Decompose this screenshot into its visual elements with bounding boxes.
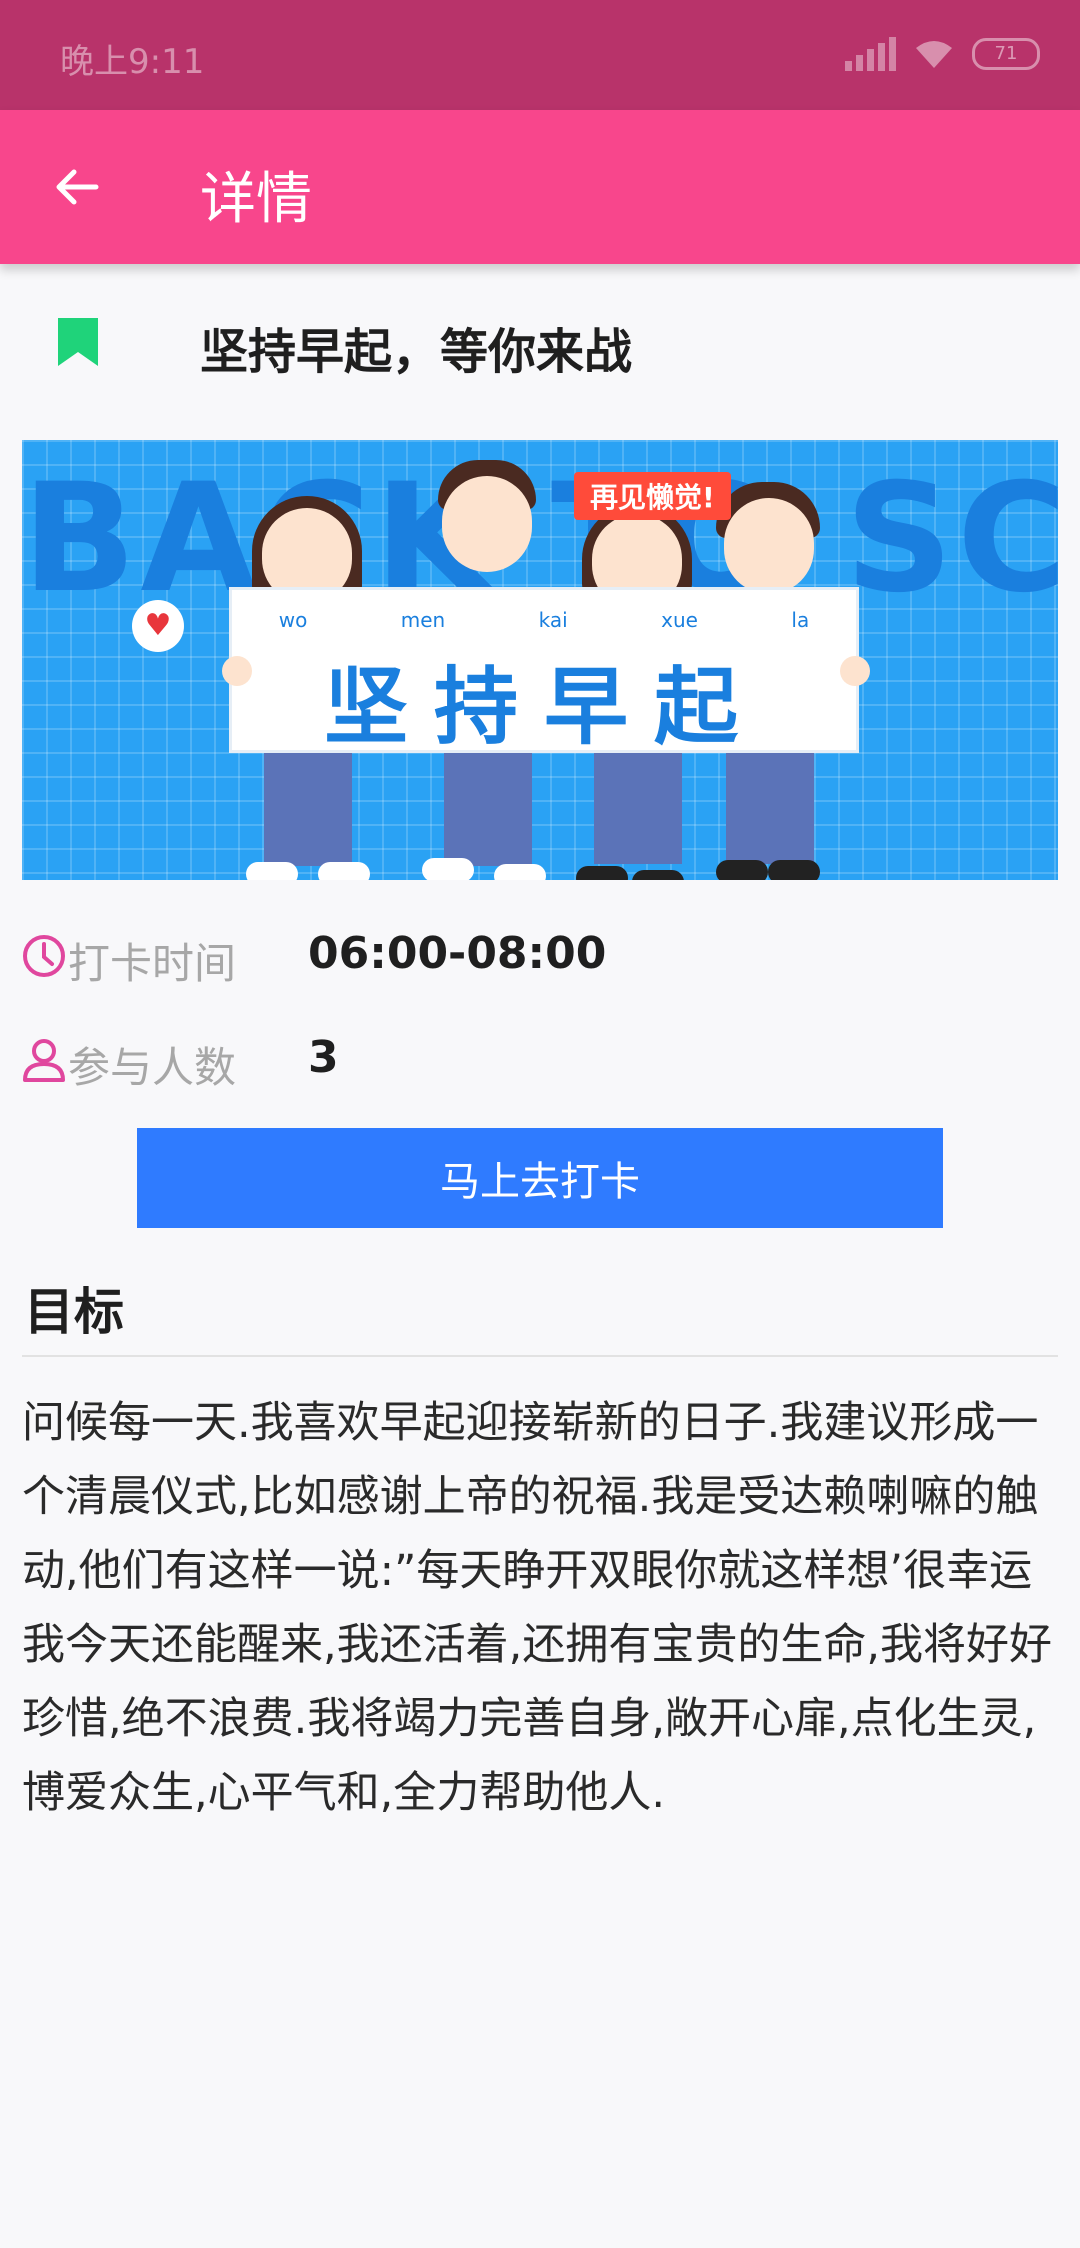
wifi-icon bbox=[916, 41, 952, 68]
goal-section-title: 目标 bbox=[24, 1283, 124, 1341]
checkin-time-value: 06:00-08:00 bbox=[308, 928, 607, 979]
pinyin-syllable: xue bbox=[661, 608, 698, 632]
kid-hand bbox=[222, 656, 252, 686]
participants-value: 3 bbox=[308, 1032, 339, 1083]
participants-row: 参与人数 3 bbox=[0, 1020, 1080, 1100]
divider bbox=[22, 1355, 1058, 1357]
banner-pinyin: wo men kai xue la bbox=[232, 608, 856, 632]
pinyin-syllable: wo bbox=[278, 608, 308, 632]
person-icon bbox=[23, 1039, 65, 1082]
status-bar: 晚上9:11 71 bbox=[0, 0, 1080, 110]
status-time: 晚上9:11 bbox=[60, 42, 205, 82]
status-icons: 71 bbox=[845, 34, 1040, 74]
challenge-banner-image: BACK TO SCHOOL 再见懒觉! wo men kai xue bbox=[22, 440, 1058, 880]
challenge-headline: 坚持早起，等你来战 bbox=[0, 300, 1080, 390]
banner-sign: wo men kai xue la 坚持早起 bbox=[232, 590, 856, 756]
goal-description: 问候每一天.我喜欢早起迎接崭新的日子.我建议形成一个清晨仪式,比如感谢上帝的祝福… bbox=[22, 1398, 1053, 1818]
pinyin-syllable: men bbox=[400, 608, 446, 632]
back-arrow-icon[interactable] bbox=[52, 162, 102, 212]
clock-icon bbox=[23, 935, 65, 977]
battery-icon: 71 bbox=[972, 38, 1040, 70]
checkin-button[interactable]: 马上去打卡 bbox=[137, 1128, 943, 1228]
broken-heart-icon: ♥ bbox=[132, 600, 184, 652]
bookmark-icon bbox=[58, 318, 98, 366]
participants-label: 参与人数 bbox=[68, 1043, 237, 1092]
pinyin-syllable: kai bbox=[538, 608, 568, 632]
checkin-time-label: 打卡时间 bbox=[68, 939, 237, 988]
banner-sign-text: 坚持早起 bbox=[323, 658, 764, 756]
signal-icon bbox=[845, 37, 896, 71]
challenge-title: 坚持早起，等你来战 bbox=[200, 324, 633, 380]
checkin-time-row: 打卡时间 06:00-08:00 bbox=[0, 916, 1080, 996]
pinyin-syllable: la bbox=[791, 608, 810, 632]
banner-tag: 再见懒觉! bbox=[574, 472, 731, 520]
kid-hand bbox=[840, 656, 870, 686]
app-toolbar: 详情 bbox=[0, 110, 1080, 264]
page-title: 详情 bbox=[200, 167, 312, 232]
